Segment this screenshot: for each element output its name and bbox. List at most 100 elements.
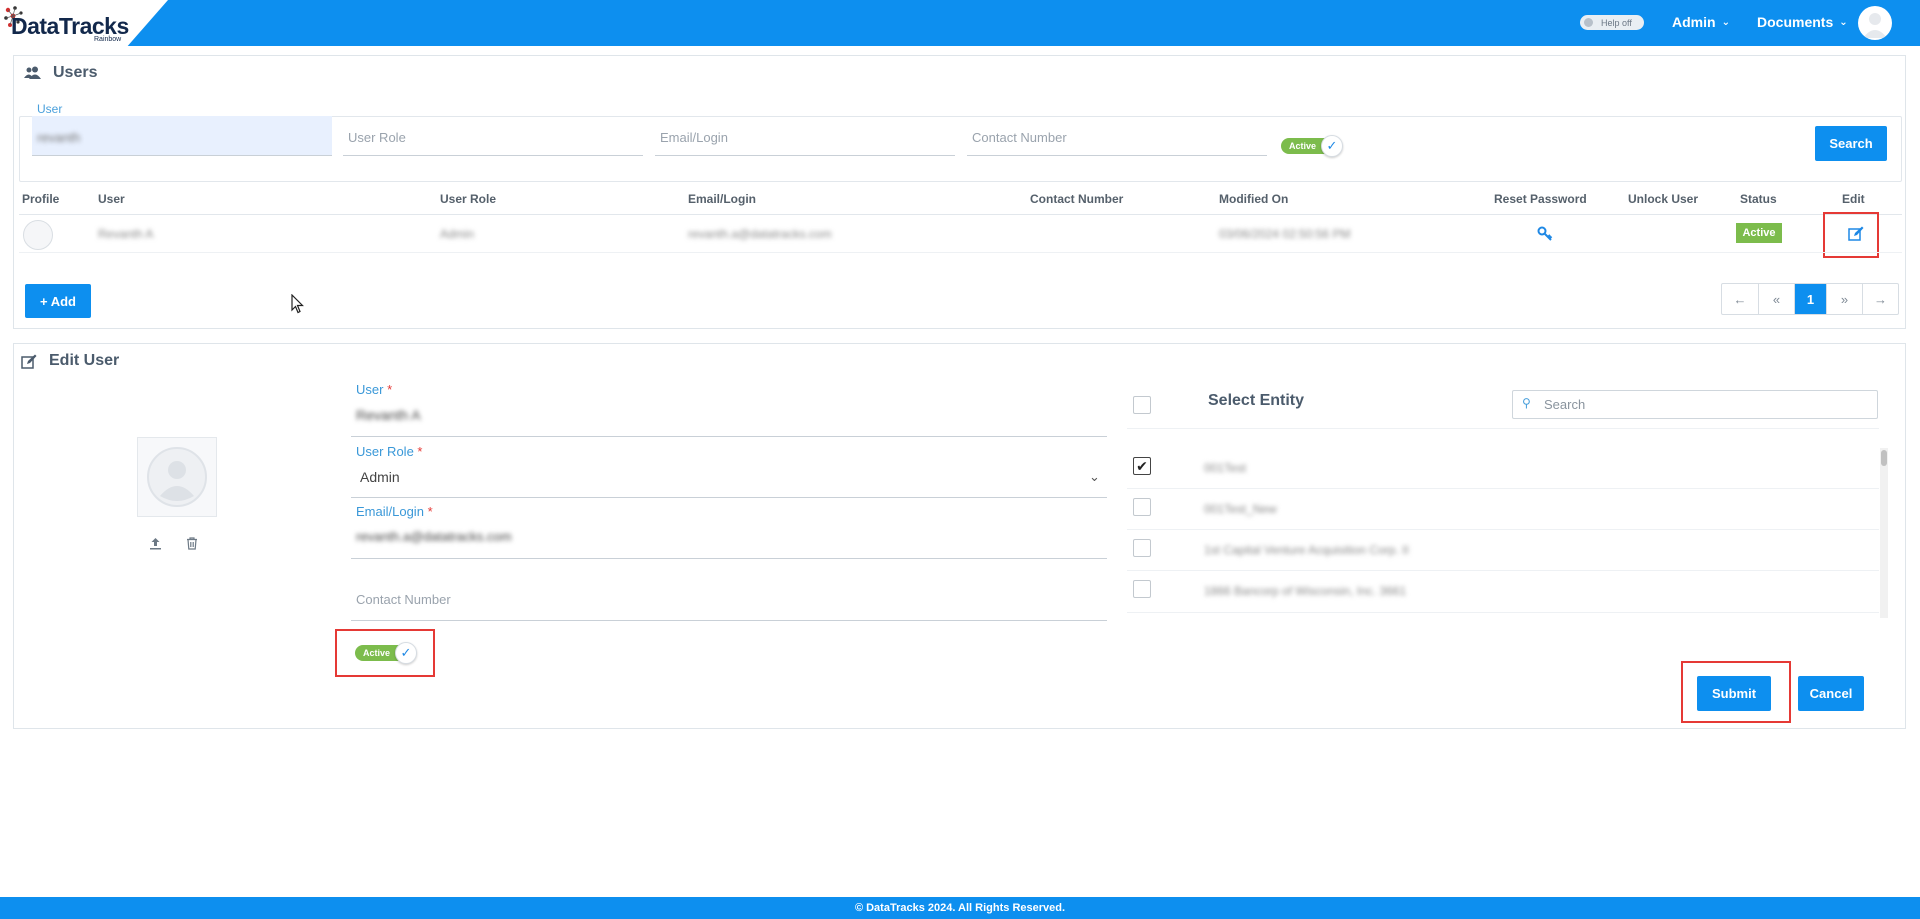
required-mark: * [427,504,433,519]
pager-first[interactable]: ← [1722,284,1758,314]
edit-user-title: Edit User [21,352,119,370]
entity-search-input[interactable]: ⚲ Search [1512,390,1878,419]
column-header-contact[interactable]: Contact Number [1030,192,1123,206]
column-header-reset-password: Reset Password [1494,192,1587,206]
select-entity-title: Select Entity [1208,392,1305,409]
contact-number-field[interactable]: Contact Number [356,592,451,607]
entity-row-divider [1127,529,1879,530]
user-role-select[interactable]: Admin [360,469,400,485]
entity-row-divider [1127,488,1879,489]
add-user-button[interactable]: + Add [25,284,91,318]
scrollbar-thumb[interactable] [1881,450,1887,466]
edit-icon [21,354,37,369]
logo[interactable]: DataTracks Rainbow [0,0,168,46]
contact-field-underline [351,620,1107,621]
edit-icon[interactable] [1848,226,1864,242]
entity-name: 001Test [1204,461,1247,475]
user-avatar[interactable] [1858,6,1892,40]
nav-admin[interactable]: Admin ⌄ [1672,14,1730,30]
submit-button[interactable]: Submit [1697,676,1771,711]
profile-image [23,220,53,250]
check-icon: ✓ [1321,135,1343,157]
contact-filter-input[interactable]: Contact Number [967,116,1267,156]
entity-name: 1st Capital Venture Acquisition Corp. II [1204,543,1409,557]
check-icon: ✔ [1136,457,1148,474]
pager-next[interactable]: » [1826,284,1862,314]
cell-user-role: Admin [440,227,475,241]
entity-checkbox[interactable] [1133,539,1151,557]
help-toggle[interactable]: Help off [1580,15,1644,30]
avatar-placeholder-icon [147,447,207,507]
footer: © DataTracks 2024. All Rights Reserved. [0,897,1920,919]
email-field-input[interactable]: revanth.a@datatracks.com [356,529,512,544]
entity-checkbox[interactable]: ✔ [1133,457,1151,475]
user-filter-input[interactable]: revanth [32,116,332,156]
column-header-profile[interactable]: Profile [22,192,59,206]
entity-row-divider [1127,570,1879,571]
chevron-down-icon[interactable]: ⌄ [1089,469,1100,485]
entity-search-placeholder: Search [1544,397,1586,412]
column-header-email[interactable]: Email/Login [688,192,756,206]
footer-text: © DataTracks 2024. All Rights Reserved. [854,902,1066,914]
email-filter-input[interactable]: Email/Login [655,116,955,156]
edit-user-panel: Edit User User * Revanth A User Role * A… [13,343,1906,729]
nav-admin-label: Admin [1672,14,1716,30]
column-header-user-role[interactable]: User Role [440,192,496,206]
cell-email: revanth.a@datatracks.com [688,227,832,241]
user-field-input[interactable]: Revanth A [356,407,421,423]
user-role-underline [351,497,1107,498]
users-icon [24,66,41,79]
email-field-label-text: Email/Login [356,504,424,519]
user-field-label: User * [356,382,392,397]
column-header-edit: Edit [1842,192,1865,206]
user-filter-value: revanth [37,130,81,145]
pager-page-1[interactable]: 1 [1794,284,1826,314]
users-panel: Users User revanth User Role Email/Login… [13,55,1906,329]
mouse-cursor-icon [291,294,304,314]
entity-name: 001Test_New [1204,502,1277,516]
help-toggle-knob [1584,18,1593,27]
entity-name: 1866 Bancorp of Wisconsin, Inc. 3661 [1204,584,1407,598]
required-mark: * [417,444,423,459]
select-all-entities-checkbox[interactable] [1133,396,1151,414]
help-toggle-label: Help off [1601,17,1632,28]
nav-documents[interactable]: Documents ⌄ [1757,14,1848,30]
top-bar: DataTracks Rainbow Help off Admin ⌄ Docu… [0,0,1920,46]
email-field-label: Email/Login * [356,504,433,519]
user-role-filter-input[interactable]: User Role [343,116,643,156]
check-icon: ✓ [395,642,417,664]
search-icon: ⚲ [1522,396,1531,410]
pagination: ← « 1 » → [1721,283,1899,315]
table-header-divider [19,214,1902,215]
required-mark: * [387,382,393,397]
upload-icon[interactable] [149,537,162,550]
users-title-text: Users [53,64,98,81]
edit-user-title-text: Edit User [49,352,120,369]
pager-prev[interactable]: « [1758,284,1794,314]
entity-checkbox[interactable] [1133,498,1151,516]
pager-last[interactable]: → [1862,284,1898,314]
column-header-modified[interactable]: Modified On [1219,192,1288,206]
active-toggle[interactable]: Active ✓ [355,642,417,664]
user-avatar-icon [1863,13,1887,38]
user-field-underline [351,436,1107,437]
logo-subtext: Rainbow [94,36,122,43]
profile-photo [137,437,217,517]
column-header-status: Status [1740,192,1777,206]
nav-documents-label: Documents [1757,14,1834,30]
user-field-label-text: User [356,382,384,397]
status-badge: Active [1736,223,1782,243]
cell-user: Revanth A [98,227,154,241]
entity-list-scrollbar[interactable] [1880,448,1888,618]
entity-checkbox[interactable] [1133,580,1151,598]
users-title: Users [24,64,97,82]
delete-icon[interactable] [186,537,198,550]
cancel-button[interactable]: Cancel [1798,676,1864,711]
user-filter-label: User [37,102,63,116]
row-divider [19,252,1902,253]
key-icon[interactable] [1537,226,1553,242]
search-button[interactable]: Search [1815,126,1887,161]
column-header-user[interactable]: User [98,192,125,206]
column-header-unlock-user: Unlock User [1628,192,1699,206]
active-filter-toggle[interactable]: Active ✓ [1281,135,1343,157]
